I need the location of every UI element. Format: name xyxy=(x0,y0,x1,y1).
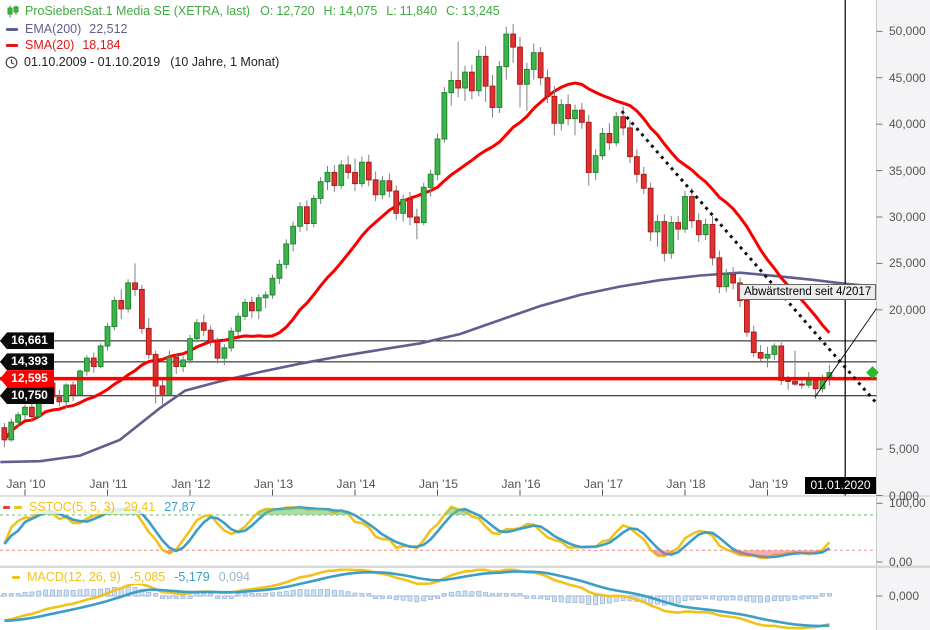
y-axis-label: 45,000 xyxy=(889,71,926,85)
x-axis-label: Jan '15 xyxy=(414,477,464,491)
sma-legend[interactable]: SMA(20) 18,184 xyxy=(6,38,121,52)
instrument-title: ProSiebenSat.1 Media SE (XETRA, last) xyxy=(25,4,250,18)
macd-value: -5,085 xyxy=(130,570,165,584)
high-value: 14,075 xyxy=(339,4,377,18)
low-value: 11,840 xyxy=(400,4,437,18)
macd-legend[interactable]: MACD(12, 26, 9) -5,085 -5,179 0,094 xyxy=(0,570,253,584)
high-label: H: xyxy=(324,4,337,18)
macd-axis-label: 0,000 xyxy=(889,589,919,603)
close-label: C: xyxy=(446,4,459,18)
y-axis-label: 50,000 xyxy=(889,24,926,38)
y-axis-label: 25,000 xyxy=(889,256,926,270)
macd-yellow-dash-icon xyxy=(12,576,20,579)
macd-label: MACD(12, 26, 9) xyxy=(27,570,121,584)
x-axis-label: Jan '11 xyxy=(84,477,134,491)
x-axis-label: Jan '17 xyxy=(579,477,629,491)
ema-value: 22,512 xyxy=(89,22,127,36)
y-axis-label: 20,000 xyxy=(889,303,926,317)
last-price-diamond-icon xyxy=(866,366,879,379)
sma-line-swatch-icon xyxy=(6,44,18,47)
y-axis-label: 40,000 xyxy=(889,117,926,131)
x-axis-label: Jan '16 xyxy=(496,477,546,491)
close-value: 13,245 xyxy=(462,4,500,18)
future-date-tag[interactable]: 01.01.2020 xyxy=(805,477,876,494)
y-axis-label: 5,000 xyxy=(889,442,919,456)
open-value: 12,720 xyxy=(276,4,314,18)
stoch-axis-label: 0,00 xyxy=(889,555,912,569)
y-axis-label: 35,000 xyxy=(889,164,926,178)
stoch-k-value: 29,41 xyxy=(124,500,155,514)
x-axis-label: Jan '18 xyxy=(661,477,711,491)
date-range: 01.10.2009 - 01.10.2019 xyxy=(24,55,160,69)
sma-label: SMA(20) xyxy=(25,38,74,52)
trend-annotation[interactable]: Abwärtstrend seit 4/2017 xyxy=(739,284,876,300)
open-label: O: xyxy=(260,4,273,18)
clock-icon xyxy=(5,56,18,69)
stoch-axis-label: 100,00 xyxy=(889,496,926,510)
sma-value: 18,184 xyxy=(82,38,120,52)
price-level-tag[interactable]: 16,661 xyxy=(0,332,54,349)
stoch-d-value: 27,87 xyxy=(164,500,195,514)
date-range-note: (10 Jahre, 1 Monat) xyxy=(170,55,279,69)
x-axis-label: Jan '12 xyxy=(166,477,216,491)
ema-label: EMA(200) xyxy=(25,22,81,36)
stoch-yellow-dash-icon xyxy=(14,506,22,509)
stoch-red-dash-icon xyxy=(3,506,10,509)
x-axis-label: Jan '19 xyxy=(744,477,794,491)
price-level-tag[interactable]: 12,595 xyxy=(0,370,54,387)
price-level-tag[interactable]: 10,750 xyxy=(0,387,54,404)
charting-app: ProSiebenSat.1 Media SE (XETRA, last) O:… xyxy=(0,0,930,630)
stoch-legend[interactable]: SSTOC(5, 5, 3) 29,41 27,87 xyxy=(0,500,198,514)
stoch-label: SSTOC(5, 5, 3) xyxy=(29,500,115,514)
date-range-row: 01.10.2009 - 01.10.2019 (10 Jahre, 1 Mon… xyxy=(5,55,279,69)
y-axis-label: 30,000 xyxy=(889,210,926,224)
x-axis-label: Jan '13 xyxy=(249,477,299,491)
price-level-tag[interactable]: 14,393 xyxy=(0,353,54,370)
macd-signal-value: -5,179 xyxy=(174,570,209,584)
low-label: L: xyxy=(386,4,396,18)
ema-line-swatch-icon xyxy=(6,28,18,31)
x-axis-label: Jan '14 xyxy=(331,477,381,491)
x-axis-label: Jan '10 xyxy=(1,477,51,491)
main-chart-legend[interactable]: ProSiebenSat.1 Media SE (XETRA, last) O:… xyxy=(6,4,509,18)
macd-hist-value: 0,094 xyxy=(219,570,250,584)
ema-legend[interactable]: EMA(200) 22,512 xyxy=(6,22,128,36)
candlestick-icon xyxy=(6,5,19,18)
